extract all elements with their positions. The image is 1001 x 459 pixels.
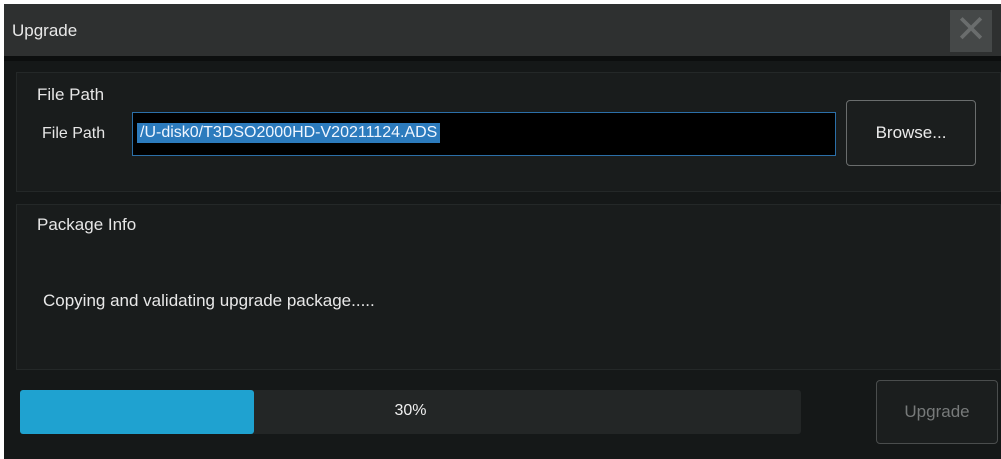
upgrade-progress-bar: 30% [20,390,801,434]
upgrade-button[interactable]: Upgrade [876,380,998,444]
close-icon[interactable]: ✕ [950,10,992,52]
title-bar: Upgrade ✕ [4,4,1001,56]
package-info-group-label: Package Info [37,215,137,234]
file-path-value: /U-disk0/T3DSO2000HD-V20211124.ADS [137,123,441,143]
file-path-field-label: File Path [42,125,106,142]
package-status-text: Copying and validating upgrade package..… [43,291,375,310]
dialog-title: Upgrade [12,21,78,40]
file-path-group-label: File Path [37,85,105,104]
upgrade-dialog: Upgrade ✕ File Path File Path /U-disk0/T… [4,4,1001,459]
package-info-group: Package Info Copying and validating upgr… [16,204,1001,370]
progress-percent-label: 30% [394,402,427,419]
title-separator [4,56,1001,61]
browse-button[interactable]: Browse... [846,100,976,166]
file-path-input[interactable]: /U-disk0/T3DSO2000HD-V20211124.ADS [132,112,836,156]
